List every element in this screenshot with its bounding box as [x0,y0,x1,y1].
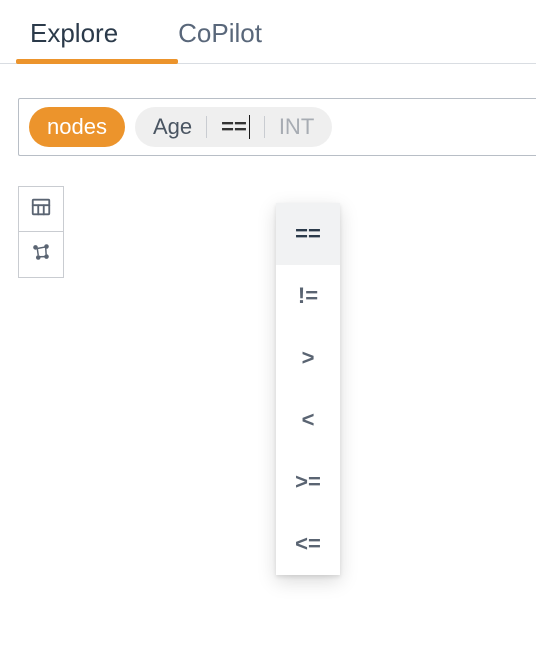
query-builder: nodes Age == INT [0,64,536,156]
table-icon [30,196,52,223]
graph-icon [30,241,52,268]
query-bar[interactable]: nodes Age == INT [18,98,536,156]
operator-option-gte[interactable]: >= [276,451,340,513]
operator-option-gt[interactable]: > [276,327,340,389]
graph-view-button[interactable] [18,232,64,278]
entity-pill[interactable]: nodes [29,107,125,147]
tab-bar: Explore CoPilot [0,0,536,64]
tab-explore[interactable]: Explore [30,18,118,63]
filter-pill[interactable]: Age == INT [135,107,332,147]
attribute-name: Age [153,114,192,140]
pill-divider [264,116,265,138]
operator-option-eq[interactable]: == [276,203,340,265]
view-tools [18,186,64,278]
operator-option-neq[interactable]: != [276,265,340,327]
table-view-button[interactable] [18,186,64,232]
operator-option-lte[interactable]: <= [276,513,340,575]
pill-divider [206,116,207,138]
operator-option-lt[interactable]: < [276,389,340,451]
value-type-placeholder: INT [279,114,314,140]
operator-dropdown: == != > < >= <= [276,203,340,575]
operator-input[interactable]: == [221,114,250,140]
tab-copilot[interactable]: CoPilot [178,18,262,63]
